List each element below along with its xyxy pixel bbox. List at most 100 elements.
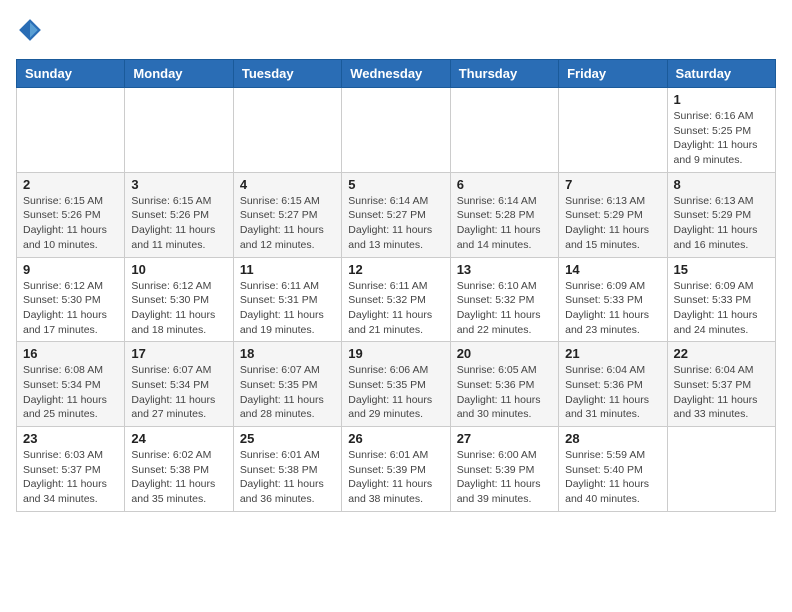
calendar-cell: 4 Sunrise: 6:15 AM Sunset: 5:27 PM Daylig… [233, 172, 341, 257]
day-info: Sunrise: 6:12 AM Sunset: 5:30 PM Dayligh… [131, 279, 226, 338]
day-info: Sunrise: 6:14 AM Sunset: 5:28 PM Dayligh… [457, 194, 552, 253]
calendar-cell: 5 Sunrise: 6:14 AM Sunset: 5:27 PM Daylig… [342, 172, 450, 257]
day-info: Sunrise: 6:13 AM Sunset: 5:29 PM Dayligh… [565, 194, 660, 253]
calendar-cell [667, 427, 775, 512]
day-number: 17 [131, 346, 226, 361]
calendar-cell: 16 Sunrise: 6:08 AM Sunset: 5:34 PM Dayli… [17, 342, 125, 427]
calendar-cell: 3 Sunrise: 6:15 AM Sunset: 5:26 PM Daylig… [125, 172, 233, 257]
day-info: Sunrise: 6:02 AM Sunset: 5:38 PM Dayligh… [131, 448, 226, 507]
day-info: Sunrise: 6:09 AM Sunset: 5:33 PM Dayligh… [565, 279, 660, 338]
day-info: Sunrise: 6:10 AM Sunset: 5:32 PM Dayligh… [457, 279, 552, 338]
calendar-cell: 8 Sunrise: 6:13 AM Sunset: 5:29 PM Daylig… [667, 172, 775, 257]
day-number: 26 [348, 431, 443, 446]
week-row-5: 23 Sunrise: 6:03 AM Sunset: 5:37 PM Dayli… [17, 427, 776, 512]
calendar-cell: 23 Sunrise: 6:03 AM Sunset: 5:37 PM Dayli… [17, 427, 125, 512]
day-number: 23 [23, 431, 118, 446]
calendar-cell: 9Sunrise: 6:12 AM Sunset: 5:30 PM Daylig… [17, 257, 125, 342]
calendar-cell [342, 88, 450, 173]
day-number: 5 [348, 177, 443, 192]
week-row-3: 9Sunrise: 6:12 AM Sunset: 5:30 PM Daylig… [17, 257, 776, 342]
calendar-cell [233, 88, 341, 173]
day-info: Sunrise: 6:03 AM Sunset: 5:37 PM Dayligh… [23, 448, 118, 507]
calendar-cell: 25 Sunrise: 6:01 AM Sunset: 5:38 PM Dayli… [233, 427, 341, 512]
day-number: 13 [457, 262, 552, 277]
calendar-cell: 18Sunrise: 6:07 AM Sunset: 5:35 PM Dayli… [233, 342, 341, 427]
day-info: Sunrise: 6:12 AM Sunset: 5:30 PM Dayligh… [23, 279, 118, 338]
calendar-cell: 22 Sunrise: 6:04 AM Sunset: 5:37 PM Dayli… [667, 342, 775, 427]
calendar-cell [559, 88, 667, 173]
day-number: 22 [674, 346, 769, 361]
calendar-cell: 13 Sunrise: 6:10 AM Sunset: 5:32 PM Dayli… [450, 257, 558, 342]
calendar-cell: 6 Sunrise: 6:14 AM Sunset: 5:28 PM Daylig… [450, 172, 558, 257]
day-info: Sunrise: 6:14 AM Sunset: 5:27 PM Dayligh… [348, 194, 443, 253]
day-number: 8 [674, 177, 769, 192]
day-number: 1 [674, 92, 769, 107]
day-info: Sunrise: 6:00 AM Sunset: 5:39 PM Dayligh… [457, 448, 552, 507]
day-info: Sunrise: 6:15 AM Sunset: 5:26 PM Dayligh… [23, 194, 118, 253]
day-number: 11 [240, 262, 335, 277]
day-info: Sunrise: 6:16 AM Sunset: 5:25 PM Dayligh… [674, 109, 769, 168]
day-number: 2 [23, 177, 118, 192]
logo [16, 16, 46, 49]
calendar-cell: 24 Sunrise: 6:02 AM Sunset: 5:38 PM Dayli… [125, 427, 233, 512]
page-header [16, 16, 776, 49]
calendar-cell: 12Sunrise: 6:11 AM Sunset: 5:32 PM Dayli… [342, 257, 450, 342]
calendar-cell: 7Sunrise: 6:13 AM Sunset: 5:29 PM Daylig… [559, 172, 667, 257]
weekday-header-monday: Monday [125, 60, 233, 88]
calendar-cell [17, 88, 125, 173]
calendar-cell [125, 88, 233, 173]
weekday-header-sunday: Sunday [17, 60, 125, 88]
day-info: Sunrise: 6:15 AM Sunset: 5:26 PM Dayligh… [131, 194, 226, 253]
calendar-cell: 14 Sunrise: 6:09 AM Sunset: 5:33 PM Dayli… [559, 257, 667, 342]
day-number: 25 [240, 431, 335, 446]
weekday-header-saturday: Saturday [667, 60, 775, 88]
calendar-cell: 26 Sunrise: 6:01 AM Sunset: 5:39 PM Dayli… [342, 427, 450, 512]
day-info: Sunrise: 6:01 AM Sunset: 5:39 PM Dayligh… [348, 448, 443, 507]
week-row-2: 2 Sunrise: 6:15 AM Sunset: 5:26 PM Daylig… [17, 172, 776, 257]
calendar-cell: 20 Sunrise: 6:05 AM Sunset: 5:36 PM Dayli… [450, 342, 558, 427]
day-info: Sunrise: 6:09 AM Sunset: 5:33 PM Dayligh… [674, 279, 769, 338]
day-number: 3 [131, 177, 226, 192]
day-info: Sunrise: 6:04 AM Sunset: 5:36 PM Dayligh… [565, 363, 660, 422]
day-number: 20 [457, 346, 552, 361]
weekday-header-tuesday: Tuesday [233, 60, 341, 88]
day-number: 16 [23, 346, 118, 361]
day-info: Sunrise: 6:11 AM Sunset: 5:32 PM Dayligh… [348, 279, 443, 338]
day-info: Sunrise: 6:07 AM Sunset: 5:35 PM Dayligh… [240, 363, 335, 422]
day-number: 4 [240, 177, 335, 192]
logo-icon [16, 16, 44, 44]
week-row-1: 1 Sunrise: 6:16 AM Sunset: 5:25 PM Daylig… [17, 88, 776, 173]
calendar-cell: 21Sunrise: 6:04 AM Sunset: 5:36 PM Dayli… [559, 342, 667, 427]
day-info: Sunrise: 5:59 AM Sunset: 5:40 PM Dayligh… [565, 448, 660, 507]
day-info: Sunrise: 6:01 AM Sunset: 5:38 PM Dayligh… [240, 448, 335, 507]
day-info: Sunrise: 6:08 AM Sunset: 5:34 PM Dayligh… [23, 363, 118, 422]
weekday-header-thursday: Thursday [450, 60, 558, 88]
calendar-cell: 27 Sunrise: 6:00 AM Sunset: 5:39 PM Dayli… [450, 427, 558, 512]
day-number: 27 [457, 431, 552, 446]
week-row-4: 16 Sunrise: 6:08 AM Sunset: 5:34 PM Dayli… [17, 342, 776, 427]
calendar-cell [450, 88, 558, 173]
calendar-cell: 15 Sunrise: 6:09 AM Sunset: 5:33 PM Dayli… [667, 257, 775, 342]
day-number: 28 [565, 431, 660, 446]
calendar-cell: 1 Sunrise: 6:16 AM Sunset: 5:25 PM Daylig… [667, 88, 775, 173]
day-info: Sunrise: 6:05 AM Sunset: 5:36 PM Dayligh… [457, 363, 552, 422]
day-info: Sunrise: 6:13 AM Sunset: 5:29 PM Dayligh… [674, 194, 769, 253]
calendar-cell: 28 Sunrise: 5:59 AM Sunset: 5:40 PM Dayli… [559, 427, 667, 512]
calendar-table: SundayMondayTuesdayWednesdayThursdayFrid… [16, 59, 776, 512]
calendar-cell: 10 Sunrise: 6:12 AM Sunset: 5:30 PM Dayli… [125, 257, 233, 342]
day-number: 15 [674, 262, 769, 277]
weekday-header-wednesday: Wednesday [342, 60, 450, 88]
day-info: Sunrise: 6:15 AM Sunset: 5:27 PM Dayligh… [240, 194, 335, 253]
calendar-cell: 11 Sunrise: 6:11 AM Sunset: 5:31 PM Dayli… [233, 257, 341, 342]
day-number: 6 [457, 177, 552, 192]
day-info: Sunrise: 6:11 AM Sunset: 5:31 PM Dayligh… [240, 279, 335, 338]
weekday-header-friday: Friday [559, 60, 667, 88]
day-number: 24 [131, 431, 226, 446]
day-info: Sunrise: 6:04 AM Sunset: 5:37 PM Dayligh… [674, 363, 769, 422]
day-number: 14 [565, 262, 660, 277]
calendar-cell: 2 Sunrise: 6:15 AM Sunset: 5:26 PM Daylig… [17, 172, 125, 257]
day-number: 19 [348, 346, 443, 361]
day-number: 10 [131, 262, 226, 277]
day-info: Sunrise: 6:07 AM Sunset: 5:34 PM Dayligh… [131, 363, 226, 422]
calendar-cell: 19Sunrise: 6:06 AM Sunset: 5:35 PM Dayli… [342, 342, 450, 427]
